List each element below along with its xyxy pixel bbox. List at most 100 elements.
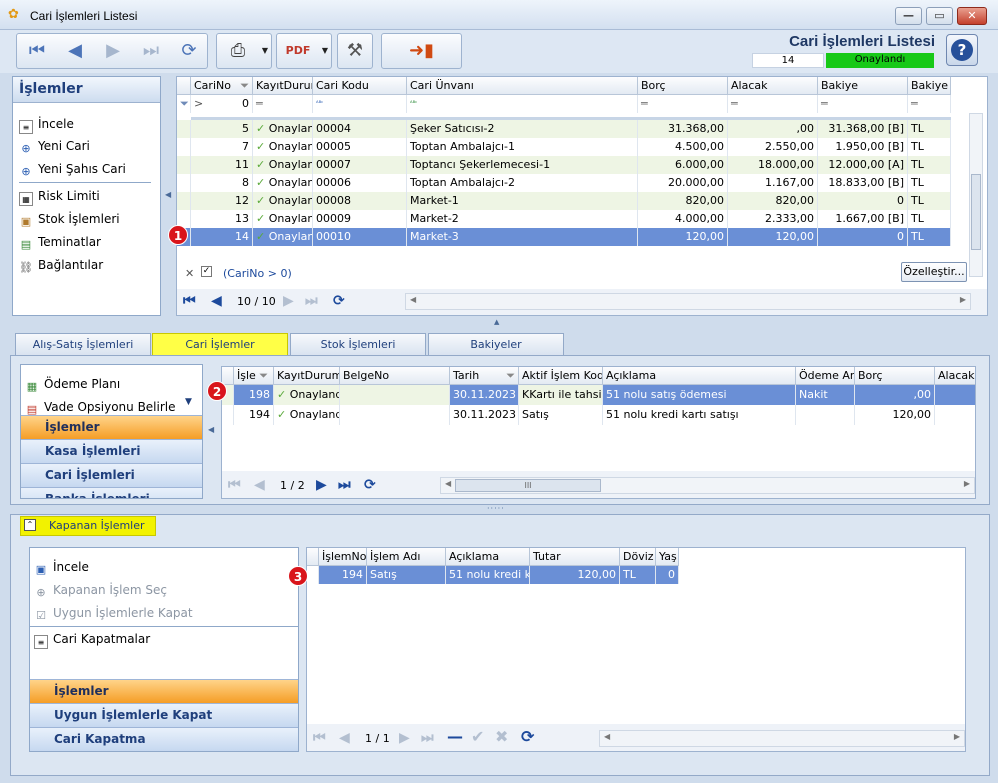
scroll-thumb[interactable] bbox=[971, 174, 981, 250]
horizontal-scrollbar[interactable]: ◀ ▶ bbox=[599, 730, 965, 747]
tab-stok-islemleri[interactable]: Stok İşlemleri bbox=[290, 333, 426, 355]
table-row[interactable]: 13 ✓ Onaylan 00009 Market-2 4.000,00 2.333,00… bbox=[177, 210, 951, 228]
filter-alacak[interactable]: ═ bbox=[728, 95, 818, 113]
col-header-bakiye[interactable]: Bakiye bbox=[818, 77, 908, 95]
tab-cari-islemler[interactable]: Cari İşlemler bbox=[152, 333, 288, 357]
table-row[interactable]: 198✓ Onaylandı 30.11.2023 1KKartı ile tah… bbox=[222, 385, 975, 405]
col-header-alacak[interactable]: Alacak bbox=[935, 367, 975, 385]
table-row[interactable]: 194Satış51 nolu kredi kar120,00TL0 bbox=[307, 566, 679, 584]
filter-doviz[interactable]: ═ bbox=[908, 95, 951, 113]
col-header-cari-kodu[interactable]: Cari Kodu bbox=[313, 77, 407, 95]
link-banka-islemleri[interactable]: Banka İşlemleri bbox=[21, 487, 202, 498]
export-dropdown-icon[interactable]: ▼ bbox=[319, 34, 331, 68]
col-header-borc[interactable]: Borç bbox=[855, 367, 935, 385]
first-page-icon[interactable]: ⏮ bbox=[183, 293, 196, 309]
link-islemler[interactable]: İşlemler bbox=[21, 415, 202, 439]
splitter-collapse-icon[interactable]: ▲ bbox=[494, 318, 499, 326]
prev-page-icon[interactable]: ◀ bbox=[211, 293, 222, 309]
collapse-left-icon[interactable]: ◀ bbox=[208, 425, 214, 434]
first-page-icon[interactable]: ⏮ bbox=[228, 477, 241, 493]
filter-bakiye[interactable]: ═ bbox=[818, 95, 908, 113]
col-header-kayitdurumu[interactable]: KayıtDurumu bbox=[274, 367, 340, 385]
abc-filter-icon[interactable]: ᴬᴮᶜ bbox=[313, 95, 407, 113]
col-header-kayitdurumu[interactable]: KayıtDurumu bbox=[253, 77, 313, 95]
link-kasa-islemleri[interactable]: Kasa İşlemleri bbox=[21, 439, 202, 463]
cancel-icon[interactable]: ✖ bbox=[495, 729, 508, 745]
col-header-tutar[interactable]: Tutar bbox=[530, 548, 620, 566]
link-cari-islemleri[interactable]: Cari İşlemleri bbox=[21, 463, 202, 487]
next-record-icon[interactable]: ▶ bbox=[95, 34, 131, 68]
sort-icon[interactable]: ⏷ bbox=[256, 369, 268, 382]
refresh-icon[interactable]: ⟳ bbox=[521, 729, 534, 745]
filter-text[interactable]: (CariNo > 0) bbox=[223, 267, 292, 280]
action-risk-limiti[interactable]: ▦ Risk Limiti bbox=[19, 186, 100, 206]
next-page-icon[interactable]: ▶ bbox=[283, 293, 294, 309]
prev-page-icon[interactable]: ◀ bbox=[339, 730, 350, 746]
close-button[interactable]: ✕ bbox=[957, 7, 987, 25]
previous-record-icon[interactable]: ◀ bbox=[57, 34, 93, 68]
filter-carino[interactable]: >0 bbox=[191, 95, 253, 113]
table-row[interactable]: 5 ✓ Onaylan 00004 Şeker Satıcısı-2 31.368,00… bbox=[177, 120, 951, 138]
tab-alis-satis[interactable]: Alış-Satış İşlemleri bbox=[15, 333, 151, 355]
action-kapanan-incele[interactable]: ▣ İncele bbox=[34, 557, 89, 577]
last-page-icon[interactable]: ⏭ bbox=[421, 730, 434, 746]
last-page-icon[interactable]: ⏭ bbox=[338, 477, 351, 493]
link-kapanan-uygun-kapat[interactable]: Uygun İşlemlerle Kapat bbox=[30, 703, 298, 727]
pdf-save-icon[interactable]: PDF bbox=[279, 34, 317, 68]
prev-page-icon[interactable]: ◀ bbox=[254, 477, 265, 493]
col-header-aktif-islem-kodu[interactable]: Aktif İşlem Kodu bbox=[519, 367, 603, 385]
table-row[interactable]: 11 ✓ Onaylan 00007 Toptancı Şekerlemecesi-1… bbox=[177, 156, 951, 174]
action-vade-opsiyonu[interactable]: ▤ Vade Opsiyonu Belirle bbox=[25, 397, 176, 417]
table-row[interactable]: 12 ✓ Onaylan 00008 Market-1 820,00 820,00 0 TL bbox=[177, 192, 951, 210]
col-header-tarih[interactable]: Tarih ⏷ bbox=[450, 367, 519, 385]
sort-icon[interactable]: ⏷ bbox=[506, 367, 515, 384]
delete-record-icon[interactable]: — bbox=[447, 729, 463, 745]
exit-button[interactable]: ➜▮ bbox=[381, 33, 462, 69]
tab-bakiyeler[interactable]: Bakiyeler bbox=[428, 333, 564, 355]
abc-filter-icon[interactable]: ᴬᴮᶜ bbox=[407, 95, 638, 113]
scroll-thumb[interactable]: III bbox=[455, 479, 601, 492]
last-record-icon[interactable]: ⏭ bbox=[133, 34, 169, 68]
collapse-section-icon[interactable]: ⌃ bbox=[24, 519, 36, 531]
action-uygun-islemlerle-kapat[interactable]: ☑ Uygun İşlemlerle Kapat bbox=[34, 603, 193, 623]
col-header-aciklama[interactable]: Açıklama bbox=[603, 367, 796, 385]
link-kapanan-islemler[interactable]: İşlemler bbox=[30, 679, 298, 703]
action-odeme-plani[interactable]: ▦ Ödeme Planı bbox=[25, 374, 120, 394]
help-button[interactable]: ? bbox=[946, 34, 978, 66]
next-page-icon[interactable]: ▶ bbox=[399, 730, 410, 746]
table-row[interactable]: 14 ✓ Onaylan 00010 Market-3 120,00 120,00 0 TL bbox=[177, 228, 951, 246]
customize-button[interactable]: Özelleştir... bbox=[901, 262, 967, 282]
action-baglantilar[interactable]: ⛓ Bağlantılar bbox=[19, 255, 103, 275]
action-incele[interactable]: ≡ İncele bbox=[19, 114, 74, 134]
printer-icon[interactable]: ⎙ bbox=[219, 34, 257, 68]
col-header-carino[interactable]: CariNo ⏷ bbox=[191, 77, 253, 95]
first-page-icon[interactable]: ⏮ bbox=[313, 730, 326, 746]
confirm-icon[interactable]: ✔ bbox=[471, 729, 484, 745]
link-cari-kapatma[interactable]: Cari Kapatma bbox=[30, 727, 298, 751]
tools-button[interactable]: ⚒ bbox=[337, 33, 373, 69]
vertical-scrollbar[interactable] bbox=[969, 113, 983, 277]
action-cari-kapatmalar[interactable]: ≡ Cari Kapatmalar bbox=[34, 629, 150, 649]
action-stok-islemleri[interactable]: ▣ Stok İşlemleri bbox=[19, 209, 120, 229]
kapanan-header[interactable]: Kapanan İşlemler bbox=[20, 516, 156, 536]
table-row[interactable]: 7 ✓ Onaylan 00005 Toptan Ambalajcı-1 4.500,0… bbox=[177, 138, 951, 156]
action-teminatlar[interactable]: ▤ Teminatlar bbox=[19, 232, 101, 252]
col-header-yas[interactable]: Yaş bbox=[656, 548, 679, 566]
filter-toggle-checkbox[interactable]: ✓ bbox=[201, 266, 212, 277]
first-record-icon[interactable]: ⏮ bbox=[19, 34, 55, 68]
col-header-doviz[interactable]: Döviz bbox=[620, 548, 656, 566]
filter-icon[interactable]: ⏷ bbox=[240, 77, 249, 94]
filter-kayitdurumu[interactable]: ═ bbox=[253, 95, 313, 113]
action-yeni-cari[interactable]: ⊕ Yeni Cari bbox=[19, 136, 89, 156]
action-yeni-sahis-cari[interactable]: ⊕ Yeni Şahıs Cari bbox=[19, 159, 125, 179]
col-header-belgeno[interactable]: BelgeNo bbox=[340, 367, 450, 385]
col-header-cari-unvani[interactable]: Cari Ünvanı bbox=[407, 77, 638, 95]
collapse-left-icon[interactable]: ◀ bbox=[165, 190, 171, 199]
filter-borc[interactable]: ═ bbox=[638, 95, 728, 113]
last-page-icon[interactable]: ⏭ bbox=[305, 293, 318, 309]
table-row[interactable]: 8 ✓ Onaylan 00006 Toptan Ambalajcı-2 20.000,… bbox=[177, 174, 951, 192]
refresh-icon[interactable]: ⟳ bbox=[333, 293, 345, 309]
next-page-icon[interactable]: ▶ bbox=[316, 477, 327, 493]
refresh-icon[interactable]: ⟳ bbox=[171, 34, 207, 68]
horizontal-scrollbar[interactable]: ◀ III ▶ bbox=[440, 477, 975, 494]
